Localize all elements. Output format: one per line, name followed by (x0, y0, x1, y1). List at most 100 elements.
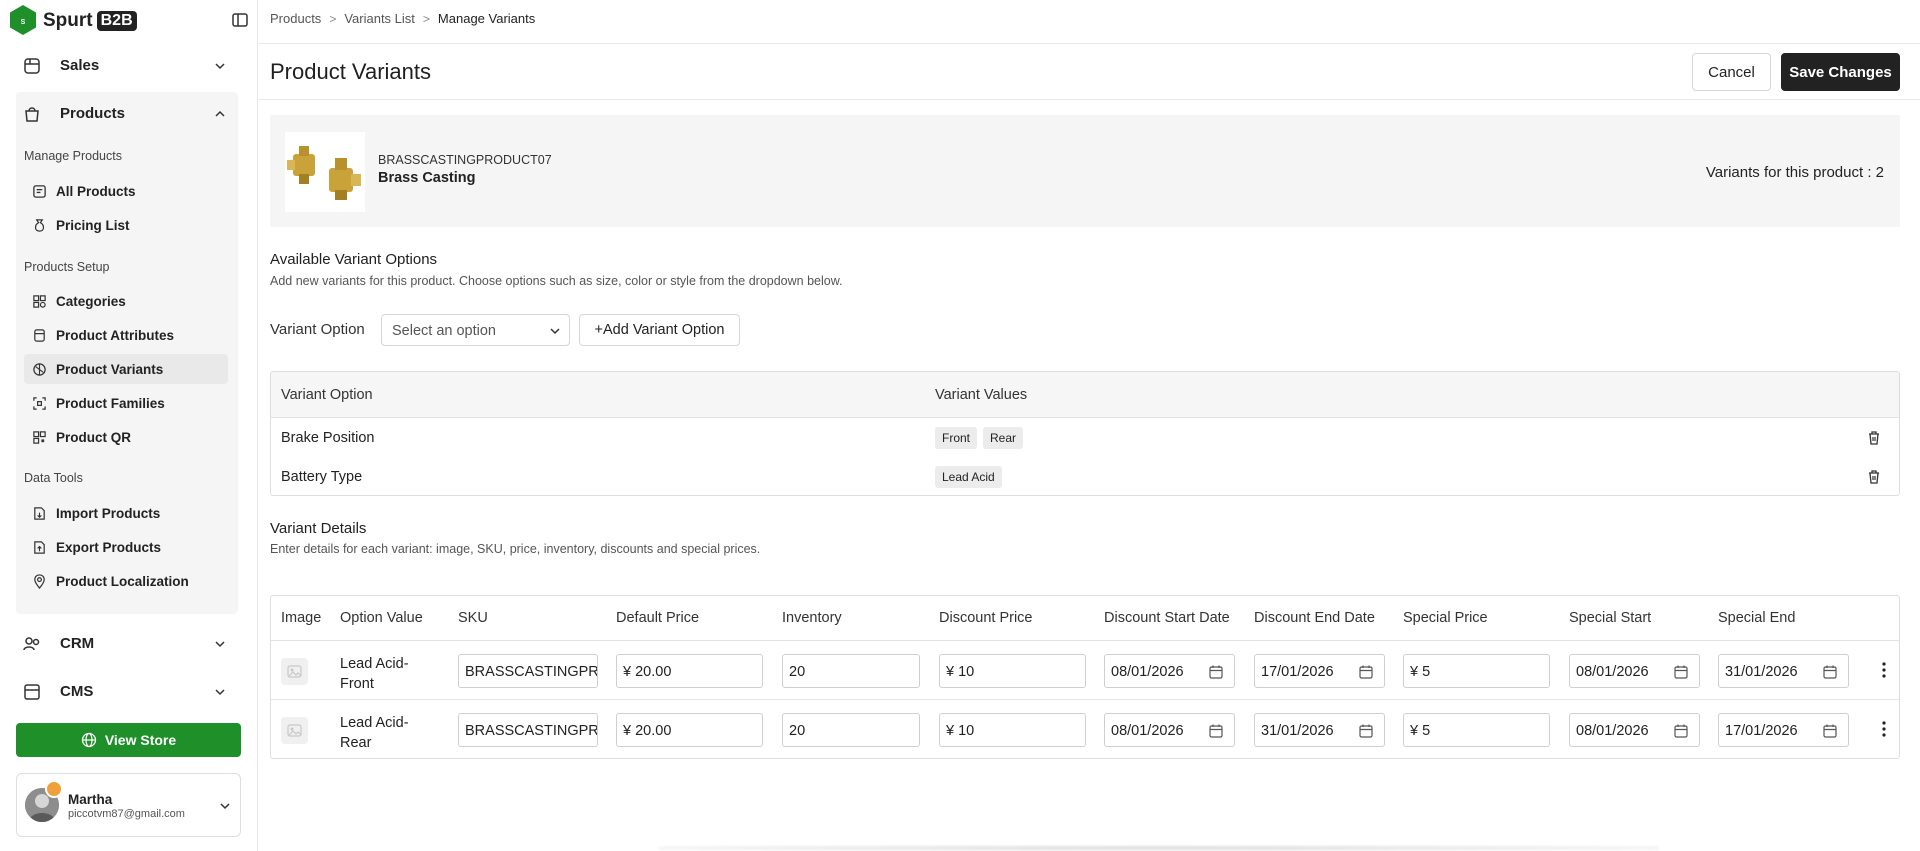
breadcrumb: Products > Variants List > Manage Varian… (270, 11, 535, 26)
special-price-input[interactable]: ¥ 5 (1403, 713, 1550, 747)
add-variant-option-button[interactable]: +Add Variant Option (579, 314, 740, 346)
image-upload-icon[interactable] (281, 717, 308, 744)
sidebar-item-export-products[interactable]: Export Products (24, 532, 228, 562)
inventory-input[interactable]: 20 (782, 654, 920, 688)
sidebar-item-label: Product Families (56, 396, 165, 411)
more-options-icon[interactable] (1876, 661, 1892, 679)
variant-options-description: Add new variants for this product. Choos… (270, 274, 843, 288)
sidebar-item-label: Product Attributes (56, 328, 174, 343)
sidebar-item-label: Product Localization (56, 574, 189, 589)
column-header: Discount End Date (1254, 610, 1375, 626)
trash-icon[interactable] (1866, 469, 1882, 485)
calendar-icon (1823, 665, 1837, 679)
default-price-input[interactable]: ¥ 20.00 (616, 713, 763, 747)
discount-end-date-input[interactable]: 31/01/2026 (1254, 713, 1385, 747)
inventory-input[interactable]: 20 (782, 713, 920, 747)
variant-option-select[interactable]: Select an option (381, 314, 570, 346)
more-options-icon[interactable] (1876, 720, 1892, 738)
sku-input[interactable]: BRASSCASTINGPRODUCT07 (458, 654, 598, 688)
sidebar-toggle-icon[interactable] (230, 10, 250, 30)
svg-text:S: S (21, 19, 26, 26)
column-header: Default Price (616, 610, 700, 626)
discount-price-input[interactable]: ¥ 10 (939, 713, 1086, 747)
sidebar-item-product-variants[interactable]: Product Variants (24, 354, 228, 384)
sidebar-item-pricing-list[interactable]: Pricing List (24, 210, 228, 240)
chevron-down-icon (215, 641, 225, 648)
view-store-button[interactable]: View Store (16, 723, 241, 757)
brand-name: Spurt (43, 10, 93, 31)
calendar-icon (1674, 665, 1688, 679)
sidebar-item-categories[interactable]: Categories (24, 286, 228, 316)
calendar-icon (1359, 724, 1373, 738)
discount-start-date-input[interactable]: 08/01/2026 (1104, 654, 1235, 688)
product-summary-card: BRASSCASTINGPRODUCT07 Brass Casting Vari… (270, 115, 1900, 227)
table-header: Image Option Value SKU Default Price Inv… (271, 596, 1899, 641)
sidebar-item-product-localization[interactable]: Product Localization (24, 566, 228, 596)
breadcrumb-products[interactable]: Products (270, 11, 321, 26)
variants-icon (33, 363, 46, 376)
column-header: Inventory (782, 610, 842, 626)
chevron-down-icon (550, 328, 560, 335)
special-end-date-input[interactable]: 17/01/2026 (1718, 713, 1849, 747)
sidebar-item-import-products[interactable]: Import Products (24, 498, 228, 528)
discount-start-date-input[interactable]: 08/01/2026 (1104, 713, 1235, 747)
sidebar-item-product-qr[interactable]: Product QR (24, 422, 228, 452)
special-price-input[interactable]: ¥ 5 (1403, 654, 1550, 688)
image-upload-icon[interactable] (281, 658, 308, 685)
column-header: Image (281, 610, 322, 626)
sidebar: S Spurt B2B Sales Products Manage Produc… (0, 0, 258, 851)
tag-icon (34, 329, 45, 342)
categories-icon (33, 295, 46, 308)
money-bag-icon (34, 219, 45, 232)
nav-sales[interactable]: Sales (16, 44, 237, 88)
sidebar-item-product-attributes[interactable]: Product Attributes (24, 320, 228, 350)
view-store-label: View Store (104, 732, 177, 748)
sidebar-item-label: All Products (56, 184, 136, 199)
nav-cms[interactable]: CMS (16, 670, 237, 714)
save-changes-button[interactable]: Save Changes (1781, 53, 1900, 91)
logo-hexagon-icon: S (10, 5, 36, 35)
variant-option-name: Battery Type (281, 469, 363, 485)
column-header: Special End (1718, 610, 1796, 626)
brand-suffix: B2B (96, 11, 137, 31)
column-header: Discount Price (939, 610, 1033, 626)
chevron-down-icon (215, 689, 225, 696)
divider (259, 99, 1920, 100)
nav-products[interactable]: Products (16, 92, 237, 136)
nav-crm-label: CRM (60, 635, 95, 652)
nav-sales-label: Sales (60, 57, 100, 74)
discount-price-input[interactable]: ¥ 10 (939, 654, 1086, 688)
brand-logo[interactable]: S Spurt B2B (8, 4, 248, 36)
user-profile-card[interactable]: Martha piccotvm87@gmail.com (16, 773, 241, 837)
breadcrumb-variants-list[interactable]: Variants List (344, 11, 415, 26)
nav-crm[interactable]: CRM (16, 622, 237, 666)
main-content: Products > Variants List > Manage Varian… (259, 0, 1920, 851)
special-start-date-input[interactable]: 08/01/2026 (1569, 654, 1700, 688)
sidebar-item-product-families[interactable]: Product Families (24, 388, 228, 418)
value-chip: Front (935, 427, 978, 449)
cancel-button[interactable]: Cancel (1692, 53, 1771, 91)
sidebar-item-label: Categories (56, 294, 126, 309)
special-start-date-input[interactable]: 08/01/2026 (1569, 713, 1700, 747)
breadcrumb-current: Manage Variants (437, 11, 536, 26)
default-price-input[interactable]: ¥ 20.00 (616, 654, 763, 688)
option-value: Lead Acid- Rear (340, 715, 409, 751)
table-row: Lead Acid- Front BRASSCASTINGPRODUCT07 ¥… (271, 642, 1899, 700)
families-icon (33, 397, 46, 410)
variant-count: Variants for this product : 2 (1705, 164, 1884, 181)
calendar-icon (1209, 665, 1223, 679)
shopping-bag-icon (25, 107, 39, 122)
globe-icon (81, 732, 96, 748)
discount-end-date-input[interactable]: 17/01/2026 (1254, 654, 1385, 688)
file-list-icon (33, 185, 46, 198)
sku-input[interactable]: BRASSCASTINGPRODUCT07 (458, 713, 598, 747)
special-end-date-input[interactable]: 31/01/2026 (1718, 654, 1849, 688)
sidebar-item-all-products[interactable]: All Products (24, 176, 228, 206)
import-icon (34, 507, 45, 520)
calendar-icon (1823, 724, 1837, 738)
option-value: Lead Acid- Front (340, 656, 409, 692)
chevron-down-icon[interactable] (217, 798, 233, 814)
trash-icon[interactable] (1866, 430, 1882, 446)
breadcrumb-separator-icon: > (329, 11, 337, 26)
select-placeholder: Select an option (392, 323, 496, 339)
